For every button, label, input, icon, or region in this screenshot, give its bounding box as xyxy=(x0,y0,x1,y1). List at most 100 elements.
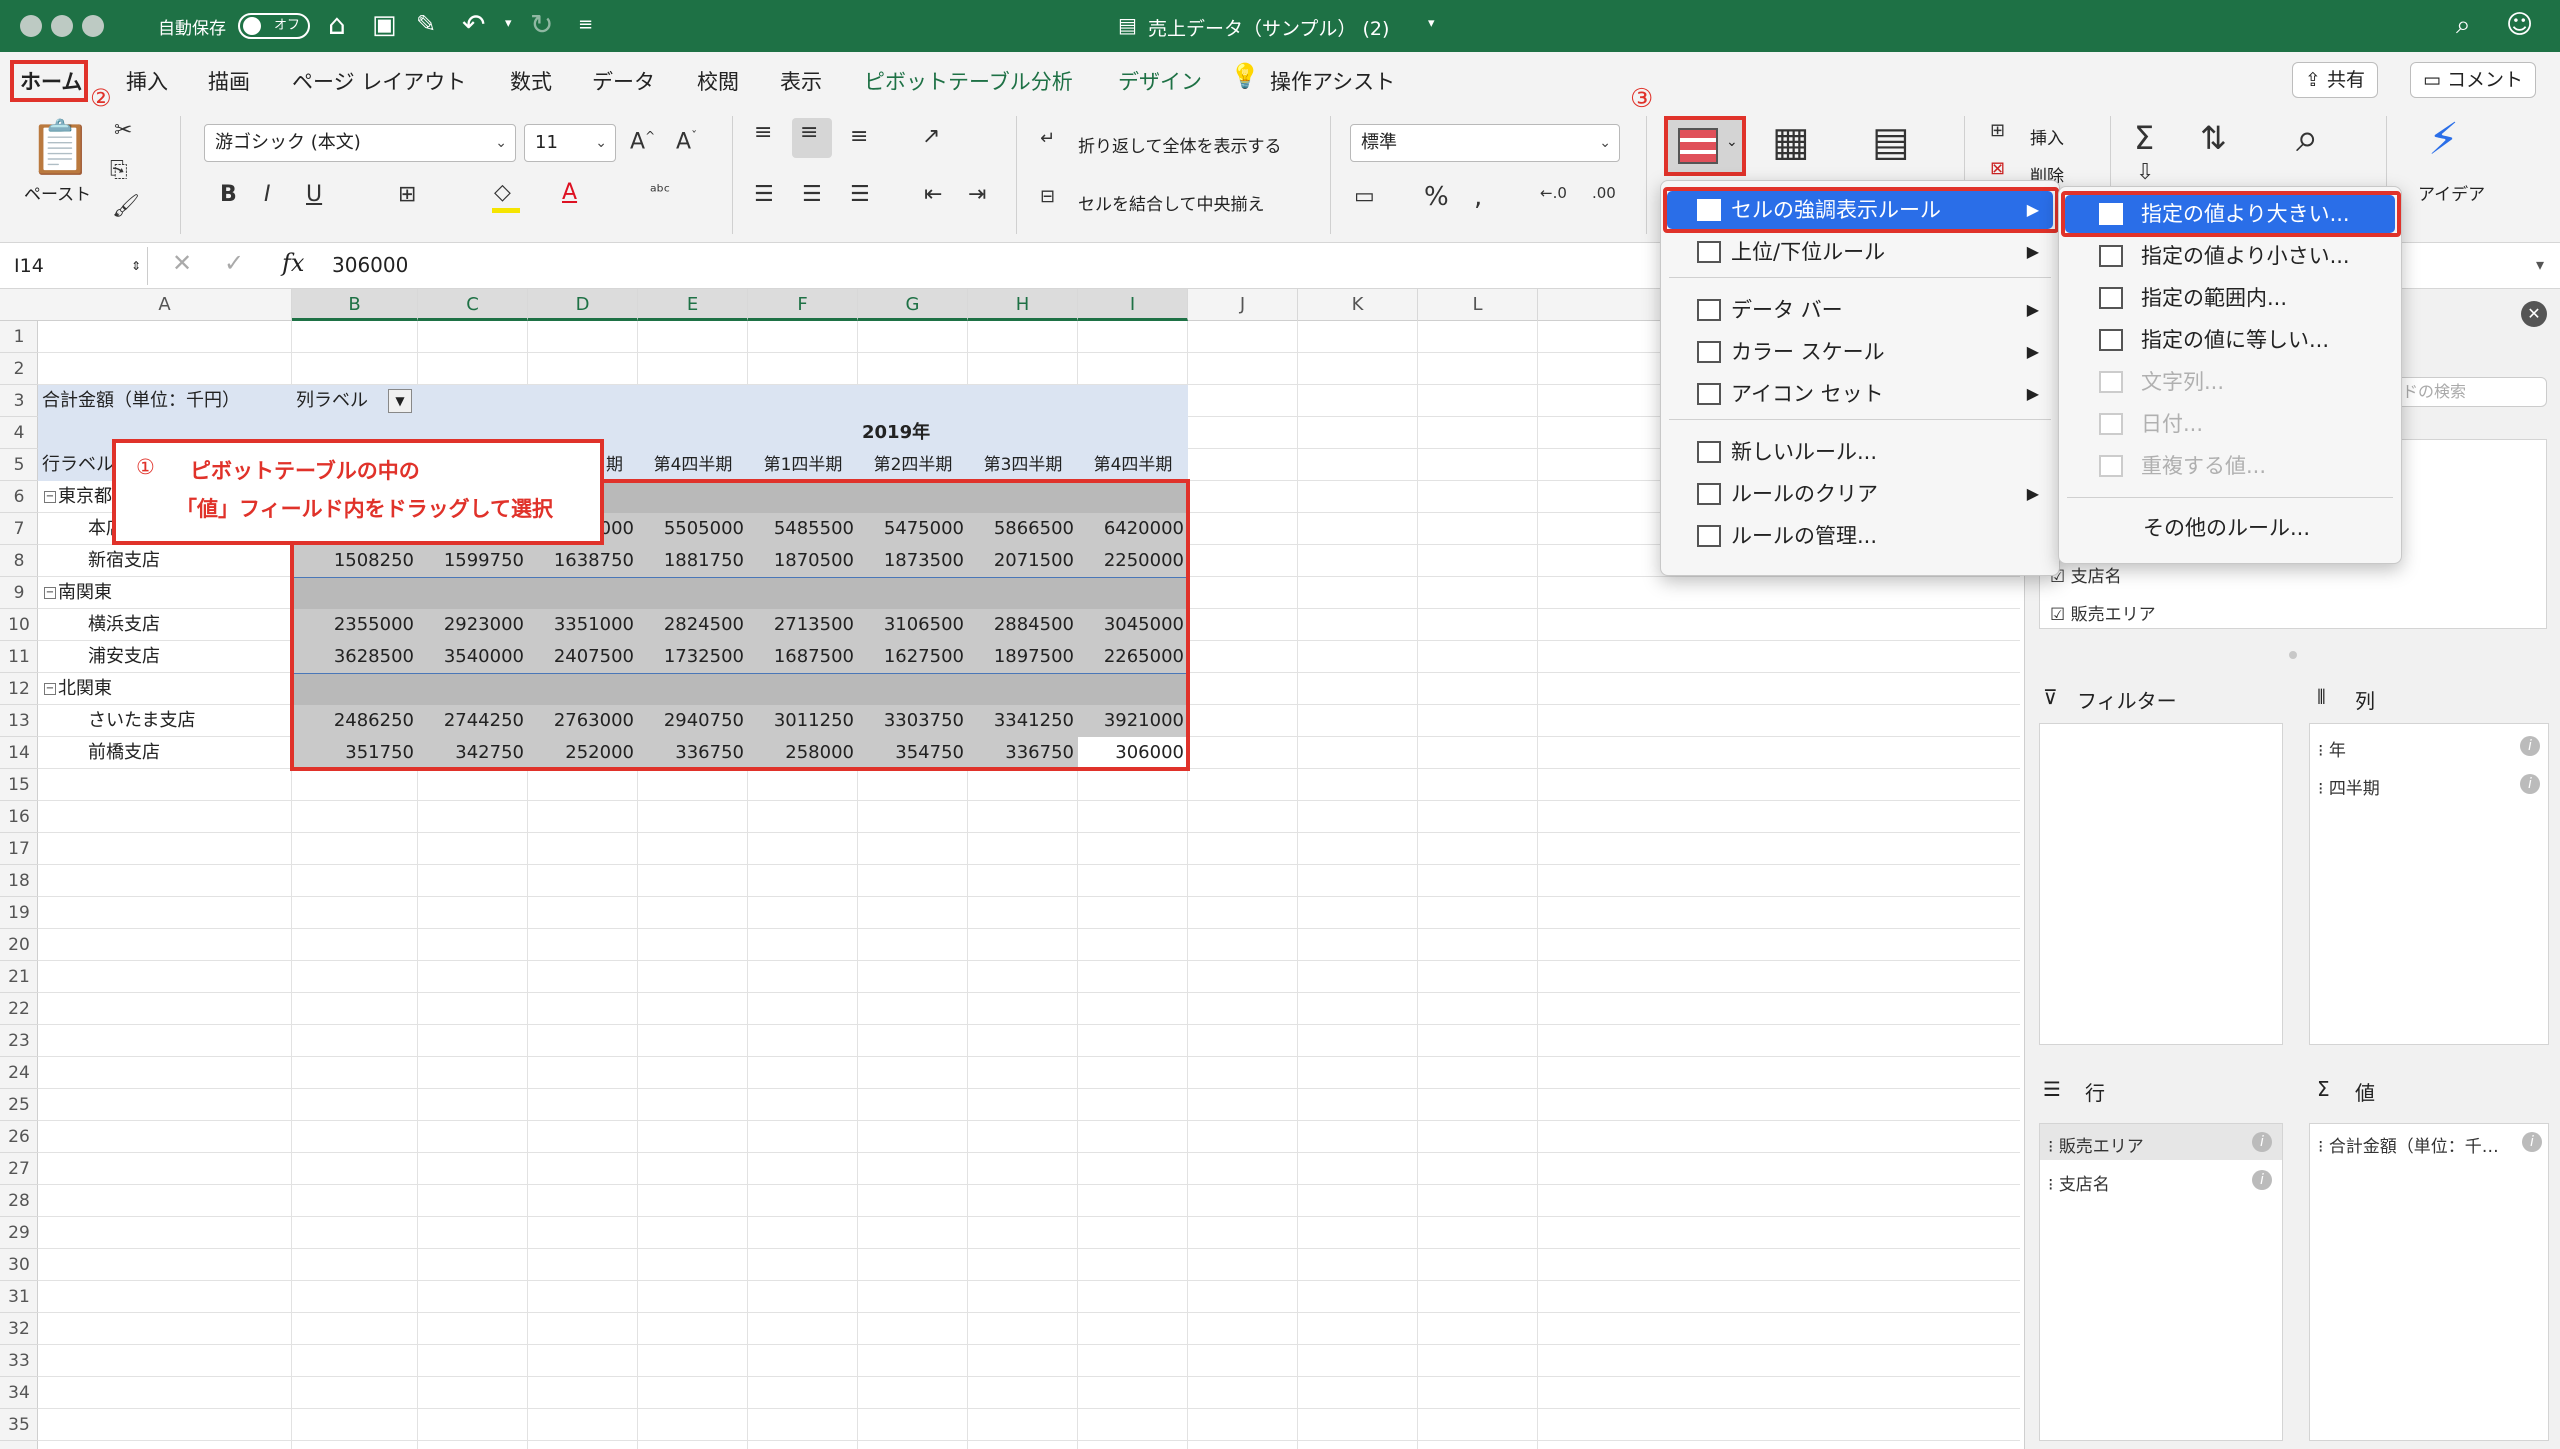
row-header-24[interactable]: 24 xyxy=(0,1057,38,1089)
insert-cells-button[interactable]: 挿入 xyxy=(2030,124,2064,149)
row-header-26[interactable]: 26 xyxy=(0,1121,38,1153)
column-header-K[interactable]: K xyxy=(1298,289,1418,321)
cf-menu-item[interactable]: ルールのクリア ▶ xyxy=(1667,475,2053,513)
align-bottom-icon[interactable]: ≡ xyxy=(850,126,868,148)
group-row-label[interactable]: 北関東 xyxy=(58,673,258,705)
tab-insert[interactable]: 挿入 xyxy=(126,66,168,96)
quarter-header[interactable]: 第1四半期 xyxy=(750,449,856,481)
row-header-7[interactable]: 7 xyxy=(0,513,38,545)
row-header-35[interactable]: 35 xyxy=(0,1409,38,1441)
store-row-label[interactable]: 浦安支店 xyxy=(88,641,288,673)
pivot-value-label[interactable]: 合計金額（単位：千円） xyxy=(42,385,292,417)
number-format-combo[interactable]: 標準 ⌄ xyxy=(1350,124,1620,162)
fill-color-icon[interactable]: ◇ xyxy=(494,182,511,204)
conditional-formatting-button[interactable]: ⌄ xyxy=(1664,116,1746,176)
close-window-button[interactable] xyxy=(20,15,42,37)
cf-menu-item[interactable]: カラー スケール ▶ xyxy=(1667,333,2053,371)
resize-handle[interactable] xyxy=(2289,651,2297,659)
orientation-icon[interactable]: ↗ xyxy=(922,126,940,148)
increase-font-icon[interactable]: A^ xyxy=(630,130,655,153)
name-box[interactable]: I14 ⇕ xyxy=(8,247,148,285)
underline-icon[interactable]: U xyxy=(306,184,322,206)
merge-center-button[interactable]: セルを結合して中央揃え xyxy=(1078,190,1265,215)
field-item-store[interactable]: ☑ 支店名 xyxy=(2050,562,2122,587)
column-header-L[interactable]: L xyxy=(1418,289,1538,321)
tab-review[interactable]: 校閲 xyxy=(697,66,739,96)
wrap-text-button[interactable]: 折り返して全体を表示する xyxy=(1078,132,1282,157)
zoom-window-button[interactable] xyxy=(82,15,104,37)
columns-item-year[interactable]: ⁝ 年 xyxy=(2318,736,2346,761)
row-header-31[interactable]: 31 xyxy=(0,1281,38,1313)
values-item-total[interactable]: ⁝ 合計金額（単位：千… xyxy=(2318,1132,2499,1157)
row-header-29[interactable]: 29 xyxy=(0,1217,38,1249)
quarter-header[interactable]: 第4四半期 xyxy=(1080,449,1186,481)
paste-label[interactable]: ペースト xyxy=(24,180,91,205)
insert-cells-icon[interactable]: ⊞ xyxy=(1990,122,2005,140)
row-header-10[interactable]: 10 xyxy=(0,609,38,641)
copy-icon[interactable]: ⎘ xyxy=(110,160,128,182)
row-header-20[interactable]: 20 xyxy=(0,929,38,961)
align-right-icon[interactable]: ☰ xyxy=(850,184,870,206)
decrease-indent-icon[interactable]: ⇤ xyxy=(924,184,942,206)
title-chevron-icon[interactable]: ▾ xyxy=(1428,16,1435,31)
info-icon[interactable]: i xyxy=(2522,1132,2542,1152)
fill-icon[interactable]: ⇩ xyxy=(2136,162,2154,184)
cell-styles-icon[interactable]: ▤ xyxy=(1872,122,1910,162)
row-header-14[interactable]: 14 xyxy=(0,737,38,769)
customize-toolbar-icon[interactable]: ≡ xyxy=(578,14,593,35)
autosum-icon[interactable]: Σ xyxy=(2134,122,2154,154)
row-header-19[interactable]: 19 xyxy=(0,897,38,929)
align-top-icon[interactable]: ≡ xyxy=(754,122,772,144)
row-header-6[interactable]: 6 xyxy=(0,481,38,513)
tab-draw[interactable]: 描画 xyxy=(208,66,250,96)
sort-filter-icon[interactable]: ⇅ xyxy=(2200,122,2227,154)
collapse-icon[interactable]: − xyxy=(44,683,56,695)
cf-menu-item[interactable]: ルールの管理... xyxy=(1667,517,2053,555)
row-header-1[interactable]: 1 xyxy=(0,321,38,353)
column-header-D[interactable]: D xyxy=(528,289,638,321)
row-header-21[interactable]: 21 xyxy=(0,961,38,993)
quarter-header-partial[interactable]: 期 xyxy=(606,449,636,481)
rows-item-store[interactable]: ⁝ 支店名 xyxy=(2048,1170,2110,1195)
percent-icon[interactable]: % xyxy=(1424,184,1449,210)
find-select-icon[interactable]: ⌕ xyxy=(2296,118,2318,158)
values-area[interactable]: ⁝ 合計金額（単位：千… i xyxy=(2309,1123,2549,1441)
comma-icon[interactable]: , xyxy=(1474,184,1482,210)
column-header-C[interactable]: C xyxy=(418,289,528,321)
store-row-label[interactable]: 前橋支店 xyxy=(88,737,288,769)
paste-icon[interactable]: 📋 xyxy=(28,122,93,174)
store-row-label[interactable]: 新宿支店 xyxy=(88,545,288,577)
account-icon[interactable]: ☺ xyxy=(2506,10,2533,40)
align-middle-icon[interactable]: ≡ xyxy=(800,122,818,144)
save-icon[interactable]: ▣ xyxy=(372,10,397,40)
row-header-34[interactable]: 34 xyxy=(0,1377,38,1409)
column-header-H[interactable]: H xyxy=(968,289,1078,321)
autosave-toggle[interactable]: オフ xyxy=(238,13,310,39)
field-search-input[interactable]: ルドの検索 xyxy=(2377,377,2547,407)
row-header-28[interactable]: 28 xyxy=(0,1185,38,1217)
collapse-icon[interactable]: − xyxy=(44,491,56,503)
row-header-13[interactable]: 13 xyxy=(0,705,38,737)
column-header-I[interactable]: I xyxy=(1078,289,1188,321)
columns-area[interactable]: ⁝ 年 i ⁝ 四半期 i xyxy=(2309,723,2549,1045)
columns-item-quarter[interactable]: ⁝ 四半期 xyxy=(2318,774,2380,799)
decrease-font-icon[interactable]: Aˇ xyxy=(676,130,697,153)
row-header-22[interactable]: 22 xyxy=(0,993,38,1025)
info-icon[interactable]: i xyxy=(2520,774,2540,794)
ideas-label[interactable]: アイデア xyxy=(2418,180,2485,205)
ideas-icon[interactable]: ⚡ xyxy=(2428,118,2459,162)
format-as-table-icon[interactable]: ▦ xyxy=(1772,122,1810,162)
highlight-rule-item[interactable]: その他のルール... xyxy=(2065,509,2395,547)
tab-design[interactable]: デザイン xyxy=(1118,66,1202,96)
insert-function-button[interactable]: fx xyxy=(282,249,304,277)
share-button[interactable]: ⇪ 共有 xyxy=(2292,62,2378,98)
info-icon[interactable]: i xyxy=(2252,1170,2272,1190)
close-panel-icon[interactable]: ✕ xyxy=(2521,301,2547,327)
undo-icon[interactable]: ↶ xyxy=(462,8,485,41)
column-header-F[interactable]: F xyxy=(748,289,858,321)
font-name-combo[interactable]: 游ゴシック (本文) ⌄ xyxy=(204,124,516,162)
quarter-header[interactable]: 第2四半期 xyxy=(860,449,966,481)
tab-formulas[interactable]: 数式 xyxy=(510,66,552,96)
edit-icon[interactable]: ✎ xyxy=(416,10,436,38)
pivot-year-header[interactable]: 2019年 xyxy=(848,417,968,449)
